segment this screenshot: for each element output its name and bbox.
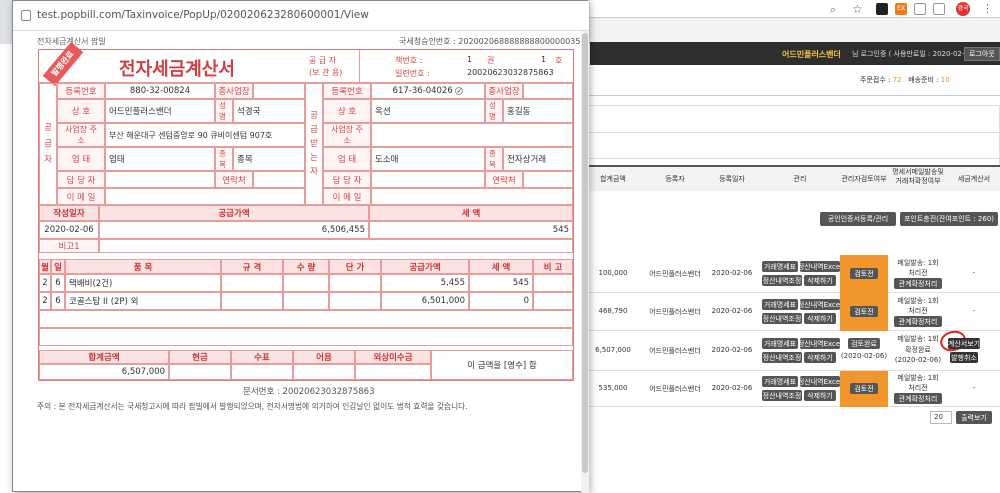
- extension-ex-icon[interactable]: EX: [895, 3, 907, 15]
- logout-button[interactable]: 로그아웃: [964, 47, 1000, 61]
- table-row: 468,790 어드민플러스밴더 2020-02-06 거래명세표 정산내역Ex…: [588, 293, 1000, 331]
- supplier-reg-no: 880-32-00824: [105, 83, 215, 99]
- table-row: 100,000 어드민플러스밴더 2020-02-06 거래명세표 정산내역Ex…: [588, 255, 1000, 293]
- receiver-ceo: 홍길동: [503, 99, 573, 123]
- book-label: 책번호 :: [395, 56, 423, 65]
- popup-url[interactable]: test.popbill.com/Taxinvoice/PopUp/020020…: [37, 9, 369, 21]
- review-button[interactable]: 검토전: [850, 268, 878, 279]
- review-done-button[interactable]: 검토완료: [848, 338, 880, 349]
- delete-button[interactable]: 삭제하기: [804, 275, 836, 286]
- statement-button[interactable]: 거래명세표: [762, 338, 798, 349]
- print-view-button[interactable]: 출력보기: [956, 411, 992, 424]
- star-icon[interactable]: ☆: [852, 2, 863, 16]
- divider: [588, 95, 1000, 96]
- empty-item-row: [39, 328, 573, 346]
- empty-item-row: [39, 310, 573, 328]
- col-header-manage: 관리: [793, 175, 807, 183]
- adjust-button[interactable]: 정산내역조정: [762, 352, 802, 363]
- tax-amount: 545: [369, 221, 573, 239]
- popup-scrollbar[interactable]: [581, 31, 589, 493]
- approval-number: 국세청승인번호 : 202002068888888800000035: [399, 37, 581, 46]
- table-row: 535,000 어드민플러스밴더 2020-02-06 거래명세표 정산내역Ex…: [588, 371, 1000, 407]
- invoice-frame: 발행완료 전자세금계산서 공 급 자 (보 관 용) 책번호 : 1 권 1 호…: [38, 42, 574, 381]
- menu-icon[interactable]: ⋮: [982, 2, 993, 15]
- receiver-reg-no: 617-36-04026 ✓: [371, 83, 485, 99]
- statement-button[interactable]: 거래명세표: [762, 376, 798, 387]
- col-header-mail: 명세서메일발송및 거래처확정여부: [892, 168, 944, 185]
- top-nav: 어드민플러스밴더 님 로그인중 ( 사용만료일 : 2020-02-17 : 1…: [590, 42, 1000, 65]
- verified-icon: ✓: [455, 87, 464, 95]
- remark-field: [99, 239, 573, 253]
- col-header-tax: 세금계산서: [957, 175, 991, 183]
- excel-button[interactable]: 정산내역Excel: [798, 376, 842, 387]
- extension-mask-icon[interactable]: [876, 3, 888, 15]
- item-name: 코골스탑 II (2P) 외: [65, 292, 221, 310]
- page-size-select[interactable]: 20: [930, 411, 952, 424]
- receiver-name: 옥션: [371, 99, 485, 123]
- view-invoice-button[interactable]: 계산서보기: [948, 338, 980, 349]
- search-icon[interactable]: ⌕: [830, 3, 836, 17]
- supplier-biz-type: 업태: [105, 147, 215, 171]
- supplier-side-label: 공 급 자: [39, 83, 57, 205]
- serial-number: 20020623032875863: [467, 68, 554, 77]
- legal-notice: 주의 : 본 전자세금계산서는 국세청고시에 따라 팝빌에서 발행되었으며, 전…: [37, 402, 468, 411]
- col-header-date: 등록일자: [719, 175, 745, 183]
- review-button[interactable]: 검토전: [850, 383, 878, 394]
- confirm-button[interactable]: 관계확정처리: [894, 393, 942, 404]
- bookmarks-bar: [590, 18, 1000, 42]
- receiver-address: [371, 123, 573, 147]
- profile-avatar[interactable]: 경국: [956, 2, 970, 16]
- table-row: 6,507,000 어드민플러스밴더 2020-02-06 거래명세표 정산내역…: [588, 327, 1000, 371]
- supplier-address: 부산 해운대구 센텀중앙로 90 큐비이센텀 907호: [105, 123, 305, 147]
- serial-label: 일련번호 :: [395, 69, 430, 78]
- extension-grid-icon[interactable]: [933, 3, 945, 15]
- delete-button[interactable]: 삭제하기: [804, 352, 836, 363]
- total-amount: 6,507,000: [39, 364, 169, 380]
- extension-box-icon[interactable]: [914, 3, 926, 15]
- receiver-biz-item: 전자상거래: [503, 147, 573, 171]
- col-header-total: 합계금액: [600, 175, 626, 183]
- order-status: 주문접수 : 72 배송준비 : 10: [860, 76, 950, 84]
- receipt-text: 이 금액을 [영수] 함: [431, 350, 573, 380]
- confirm-button[interactable]: 관계확정처리: [894, 278, 942, 289]
- browser-toolbar: ⌕ ☆ EX 경국 ⋮: [590, 0, 1000, 18]
- col-header-review: 관리자검토여부: [841, 175, 887, 183]
- supplier-biz-item: 종목: [233, 147, 305, 171]
- delete-button[interactable]: 삭제하기: [804, 313, 836, 324]
- page-icon: [21, 10, 31, 21]
- statement-button[interactable]: 거래명세표: [762, 299, 798, 310]
- invoice-popup-window: test.popbill.com/Taxinvoice/PopUp/020020…: [12, 0, 589, 493]
- cancel-issue-button[interactable]: 발행취소: [950, 352, 978, 363]
- supplier-ceo: 석경국: [233, 99, 305, 123]
- supply-amount: 6,506,455: [99, 221, 369, 239]
- excel-button[interactable]: 정산내역Excel: [798, 299, 842, 310]
- popup-address-bar: test.popbill.com/Taxinvoice/PopUp/020020…: [13, 1, 589, 31]
- supplier-name: 어드민플러스밴더: [105, 99, 215, 123]
- receiver-biz-type: 도소매: [371, 147, 485, 171]
- delete-button[interactable]: 삭제하기: [804, 390, 836, 401]
- excel-button[interactable]: 정산내역Excel: [798, 261, 842, 272]
- nav-user: 어드민플러스밴더: [782, 50, 841, 59]
- document-number: 문서번호 : 20020623032875863: [243, 387, 375, 397]
- adjust-button[interactable]: 정산내역조정: [762, 275, 802, 286]
- receiver-side-label: 공급받는자: [305, 83, 323, 205]
- item-name: 택배비(2건): [65, 274, 221, 292]
- role-sub-label: (보 관 용): [309, 68, 343, 77]
- issue-date: 2020-02-06: [39, 221, 99, 239]
- confirm-button[interactable]: 관계확정처리: [894, 316, 942, 327]
- col-header-user: 등록자: [665, 175, 685, 183]
- role-label: 공 급 자: [309, 56, 337, 65]
- excel-button[interactable]: 정산내역Excel: [798, 338, 842, 349]
- adjust-button[interactable]: 정산내역조정: [762, 313, 802, 324]
- adjust-button[interactable]: 정산내역조정: [762, 390, 802, 401]
- review-button[interactable]: 검토전: [850, 306, 878, 317]
- invoice-title: 전자세금계산서: [119, 59, 235, 80]
- statement-button[interactable]: 거래명세표: [762, 261, 798, 272]
